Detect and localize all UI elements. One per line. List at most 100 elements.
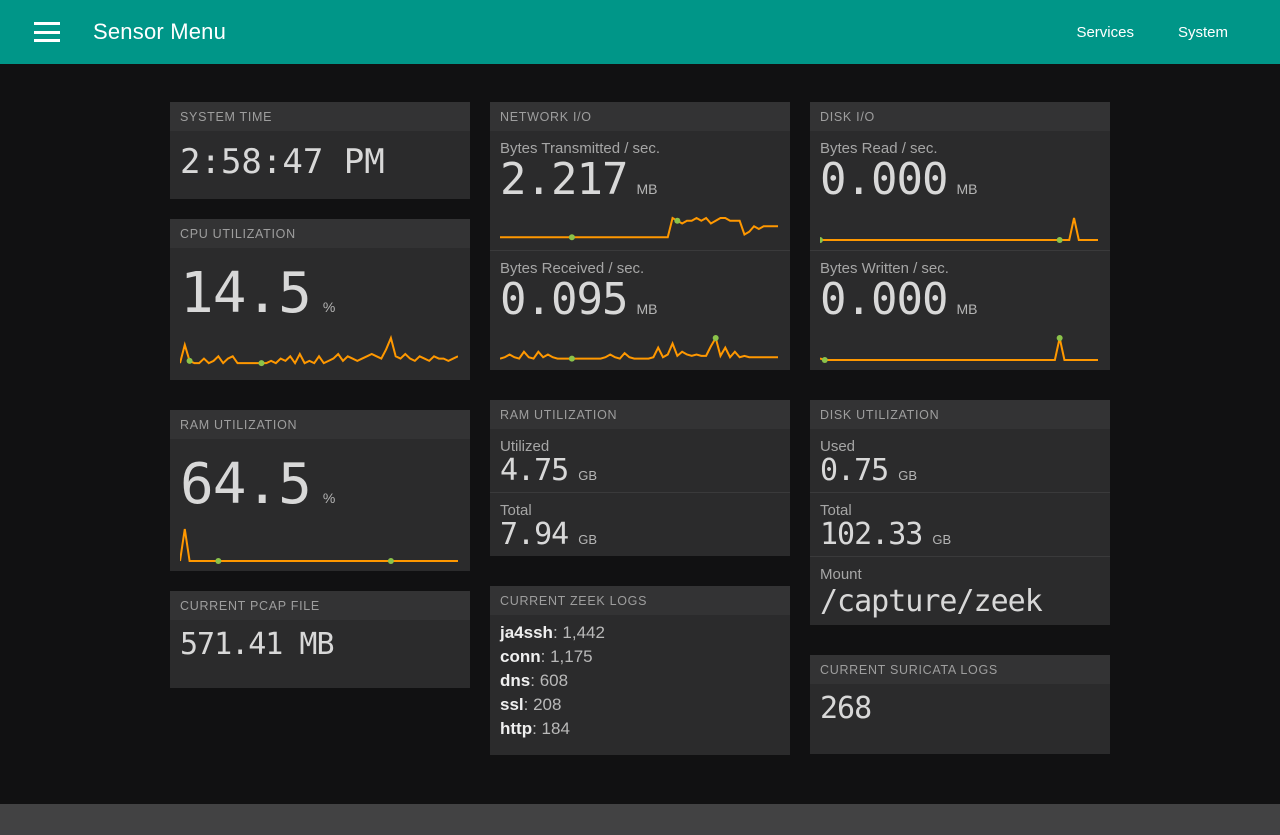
zeek-log-count: 608	[539, 671, 569, 690]
card-body: 14.5 %	[170, 248, 470, 374]
disk-total-row: Total 102.33 GB	[810, 492, 1110, 556]
row-value-group: 102.33 GB	[820, 520, 1100, 550]
row-value-group: 7.94 GB	[500, 520, 780, 550]
network-bytes-received-row: Bytes Received / sec. 0.095 MB	[490, 250, 790, 328]
bytes-transmitted-sparkline	[500, 212, 778, 241]
list-item: dns: 608	[500, 669, 780, 693]
system-time-value-row: 2:58:47 PM	[170, 131, 470, 199]
zeek-log-separator: :	[540, 647, 551, 666]
card-title: RAM UTILIZATION	[170, 410, 470, 439]
bytes-read-sparkline	[820, 212, 1098, 243]
list-item: conn: 1,175	[500, 645, 780, 669]
cpu-utilization-value-row: 14.5 %	[170, 248, 470, 328]
row-value-group: 0.095 MB	[500, 278, 780, 322]
card-title: CPU UTILIZATION	[170, 219, 470, 248]
disk-bytes-written-row: Bytes Written / sec. 0.000 MB	[810, 250, 1110, 328]
row-value: 4.75	[500, 453, 569, 488]
current-suricata-logs-value: 268	[820, 691, 872, 726]
nav-item-system[interactable]: System	[1156, 16, 1256, 49]
row-value: 0.75	[820, 453, 889, 488]
list-item: http: 184	[500, 717, 780, 741]
dashboard-grid: SYSTEM TIME 2:58:47 PM CPU UTILIZATION 1…	[0, 64, 1280, 785]
dashboard-column-1: SYSTEM TIME 2:58:47 PM CPU UTILIZATION 1…	[170, 102, 470, 718]
disk-used-row: Used 0.75 GB	[810, 429, 1110, 492]
card-title: CURRENT ZEEK LOGS	[490, 586, 790, 615]
hamburger-icon[interactable]	[34, 22, 60, 42]
zeek-log-list: ja4ssh: 1,442 conn: 1,175 dns: 608 ssl: …	[490, 615, 790, 755]
disk-mount-value: /capture/zeek	[820, 584, 1043, 619]
card-body: Utilized 4.75 GB Total 7.94 GB	[490, 429, 790, 556]
zeek-log-count: 1,442	[562, 623, 605, 642]
card-disk-utilization: DISK UTILIZATION Used 0.75 GB Total 102.…	[810, 400, 1110, 625]
zeek-log-count: 184	[541, 719, 570, 738]
row-unit: MB	[956, 301, 978, 317]
row-value-group: 2.217 MB	[500, 158, 780, 202]
bytes-written-sparkline	[820, 335, 1098, 363]
bytes-received-sparkline	[500, 335, 778, 362]
card-title: RAM UTILIZATION	[490, 400, 790, 429]
app-header: Sensor Menu Services System	[0, 0, 1280, 64]
card-body: 2:58:47 PM	[170, 131, 470, 199]
dashboard-column-3: DISK I/O Bytes Read / sec. 0.000 MB Byte…	[810, 102, 1110, 784]
zeek-log-separator: :	[530, 671, 540, 690]
ram-utilization-unit: %	[322, 490, 336, 506]
card-body: 64.5 %	[170, 439, 470, 565]
cpu-utilization-value: 14.5	[180, 261, 312, 326]
row-value: 2.217	[500, 154, 628, 205]
row-value: 102.33	[820, 517, 923, 552]
network-bytes-transmitted-row: Bytes Transmitted / sec. 2.217 MB	[490, 131, 790, 208]
row-unit: GB	[898, 468, 918, 483]
zeek-log-name: conn	[500, 647, 541, 666]
row-value: 0.095	[500, 274, 628, 325]
row-value: 7.94	[500, 517, 569, 552]
cpu-utilization-sparkline	[180, 332, 458, 367]
nav-item-services[interactable]: Services	[1054, 16, 1156, 49]
current-suricata-logs-value-row: 268	[810, 684, 1110, 754]
card-title: CURRENT PCAP FILE	[170, 591, 470, 620]
card-disk-io: DISK I/O Bytes Read / sec. 0.000 MB Byte…	[810, 102, 1110, 370]
row-unit: GB	[932, 532, 952, 547]
row-value-group: 4.75 GB	[500, 456, 780, 486]
zeek-log-name: ssl	[500, 695, 524, 714]
card-body: Bytes Transmitted / sec. 2.217 MB Bytes …	[490, 131, 790, 364]
card-current-suricata-logs: CURRENT SURICATA LOGS 268	[810, 655, 1110, 754]
ram-utilization-value: 64.5	[180, 452, 312, 517]
card-title: DISK UTILIZATION	[810, 400, 1110, 429]
card-body: 571.41 MB	[170, 620, 470, 688]
row-value: 0.000	[820, 274, 948, 325]
header-nav: Services System	[1054, 16, 1256, 49]
cpu-utilization-unit: %	[322, 299, 336, 315]
dashboard-column-2: NETWORK I/O Bytes Transmitted / sec. 2.2…	[490, 102, 790, 785]
card-cpu-utilization: CPU UTILIZATION 14.5 %	[170, 219, 470, 380]
ram-utilization-value-row: 64.5 %	[170, 439, 470, 519]
ram-total-row: Total 7.94 GB	[490, 492, 790, 556]
zeek-log-count: 1,175	[550, 647, 593, 666]
list-item: ja4ssh: 1,442	[500, 621, 780, 645]
hamburger-bar	[34, 22, 60, 25]
row-unit: MB	[956, 181, 978, 197]
zeek-log-name: dns	[500, 671, 531, 690]
current-pcap-file-value-row: 571.41 MB	[170, 620, 470, 688]
card-title: CURRENT SURICATA LOGS	[810, 655, 1110, 684]
system-time-value: 2:58:47 PM	[180, 142, 385, 182]
zeek-log-separator: :	[523, 695, 534, 714]
card-body: Bytes Read / sec. 0.000 MB Bytes Written…	[810, 131, 1110, 364]
row-label: Mount	[820, 566, 862, 583]
ram-utilization-sparkline	[180, 523, 458, 564]
list-item: ssl: 208	[500, 693, 780, 717]
zeek-log-separator: :	[552, 623, 563, 642]
card-body: 268	[810, 684, 1110, 754]
card-current-pcap-file: CURRENT PCAP FILE 571.41 MB	[170, 591, 470, 688]
hamburger-bar	[34, 39, 60, 42]
card-ram-utilization-gb: RAM UTILIZATION Utilized 4.75 GB Total 7…	[490, 400, 790, 556]
ram-utilized-row: Utilized 4.75 GB	[490, 429, 790, 492]
card-current-zeek-logs: CURRENT ZEEK LOGS ja4ssh: 1,442 conn: 1,…	[490, 586, 790, 755]
card-title: NETWORK I/O	[490, 102, 790, 131]
card-title: SYSTEM TIME	[170, 102, 470, 131]
disk-bytes-read-row: Bytes Read / sec. 0.000 MB	[810, 131, 1110, 208]
card-ram-utilization-percent: RAM UTILIZATION 64.5 %	[170, 410, 470, 571]
footer-bar	[0, 804, 1280, 835]
zeek-log-count: 208	[533, 695, 562, 714]
current-pcap-file-value: 571.41 MB	[180, 627, 335, 662]
disk-mount-row: Mount /capture/zeek	[810, 556, 1110, 625]
